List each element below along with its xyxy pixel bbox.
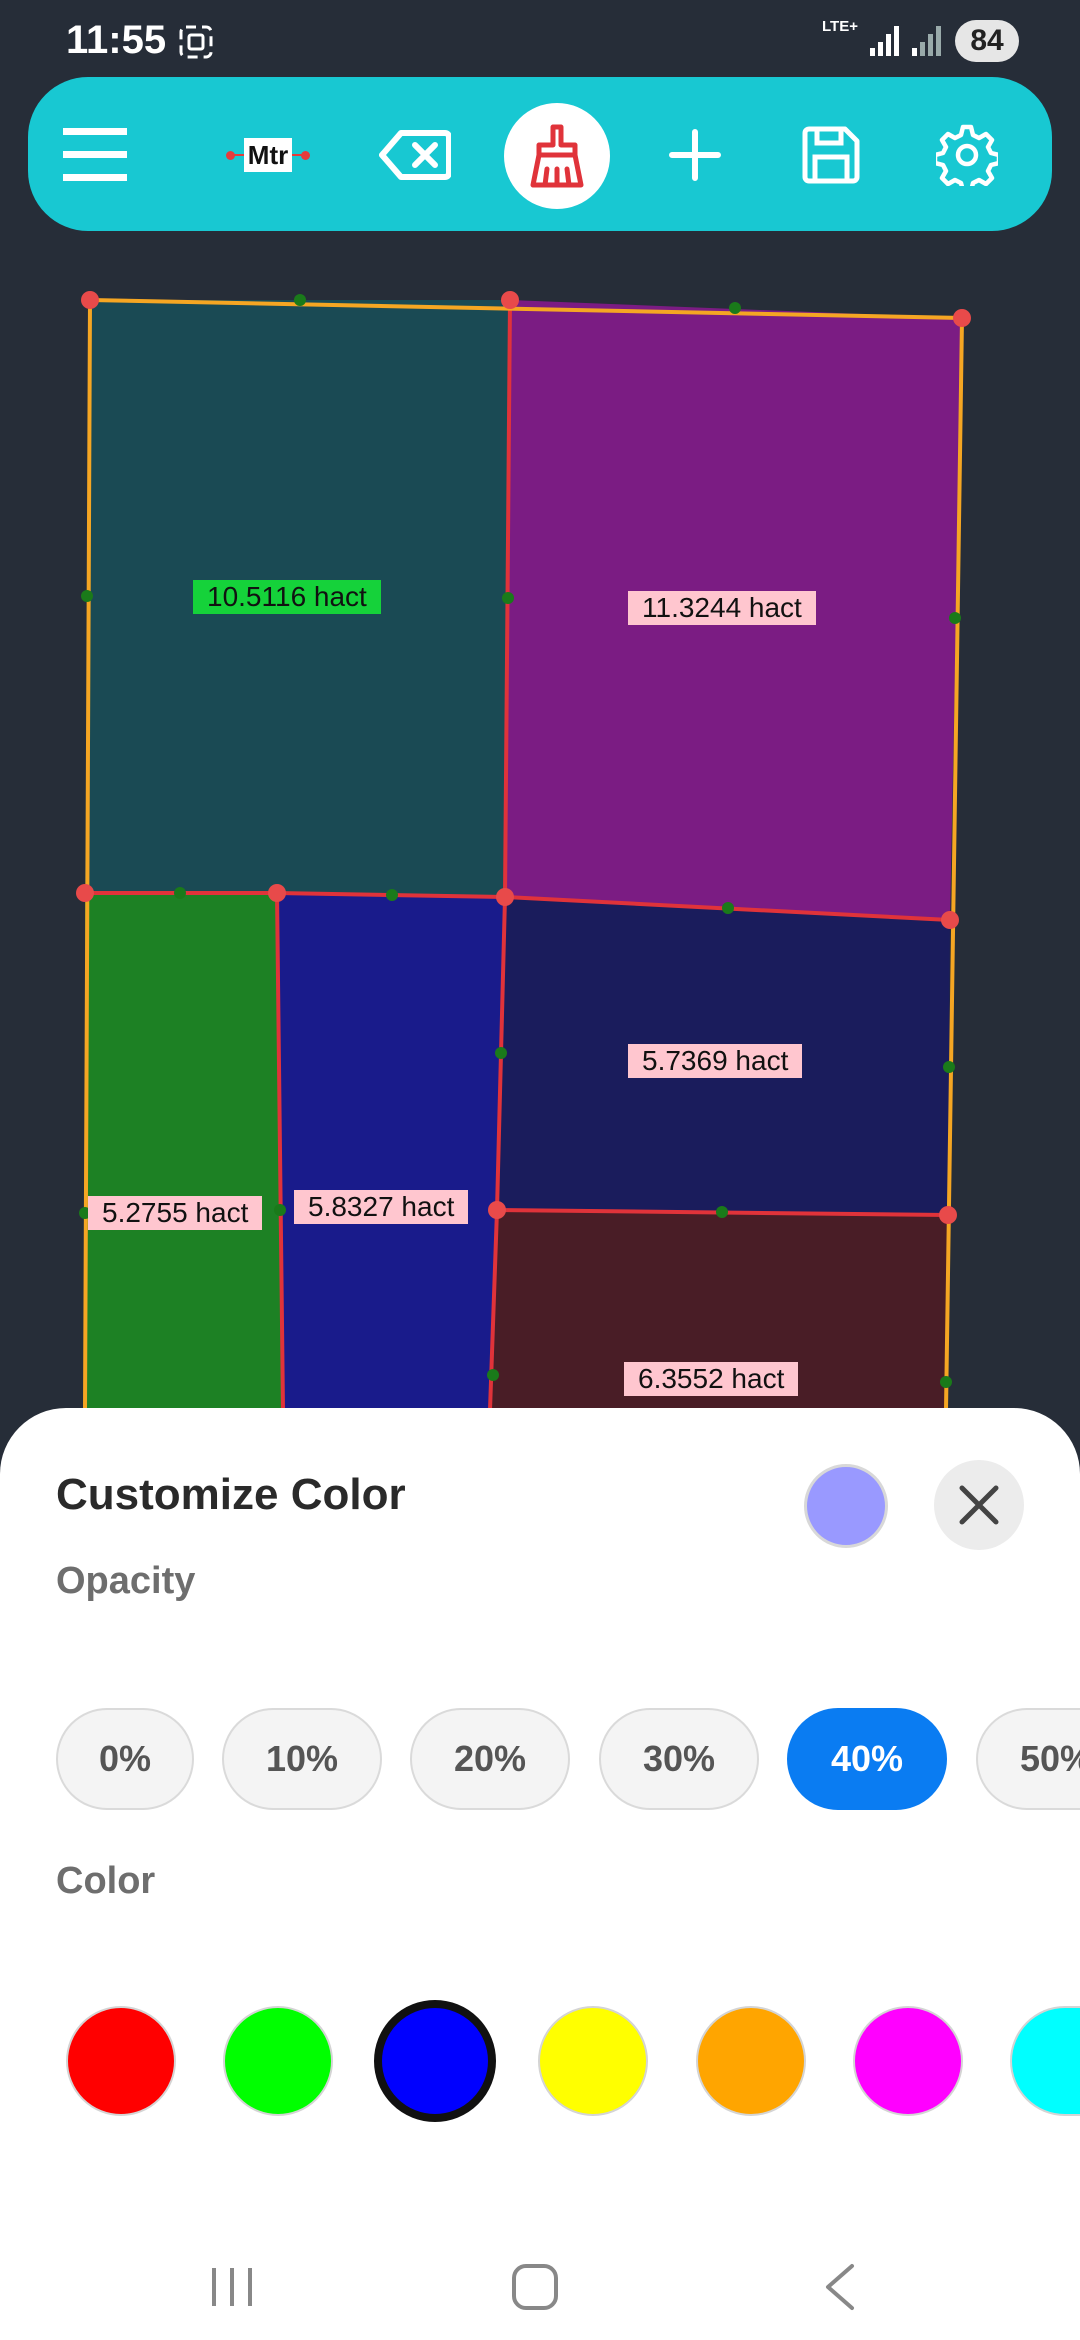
opacity-option-10[interactable]: 10%: [222, 1708, 382, 1810]
color-swatch-blue[interactable]: [374, 2000, 496, 2122]
parcel-bottom-mid[interactable]: [277, 893, 505, 1410]
opacity-option-20[interactable]: 20%: [410, 1708, 570, 1810]
home-icon[interactable]: [510, 2262, 560, 2312]
parcel-bottom-left[interactable]: [85, 893, 283, 1410]
close-button[interactable]: [934, 1460, 1024, 1550]
color-swatch-magenta[interactable]: [853, 2006, 963, 2116]
opacity-label: Opacity: [56, 1560, 196, 1602]
parcel-area-label: 5.8327 hact: [294, 1190, 469, 1224]
parcel-area-label: 6.3552 hact: [624, 1362, 799, 1396]
color-label: Color: [56, 1860, 156, 1902]
back-icon[interactable]: [820, 2262, 860, 2312]
opacity-option-0[interactable]: 0%: [56, 1708, 194, 1810]
opacity-option-40[interactable]: 40%: [787, 1708, 947, 1810]
color-swatch-green[interactable]: [223, 2006, 333, 2116]
color-swatch-yellow[interactable]: [538, 2006, 648, 2116]
opacity-option-50[interactable]: 50%: [976, 1708, 1080, 1810]
system-nav-bar: [0, 2232, 1080, 2340]
color-swatch-cyan[interactable]: [1010, 2006, 1080, 2116]
opacity-option-30[interactable]: 30%: [599, 1708, 759, 1810]
parcel-area-label: 10.5116 hact: [193, 580, 381, 614]
customize-color-sheet: Customize Color Opacity 0% 10% 20% 30% 4…: [0, 1408, 1080, 2340]
sheet-title: Customize Color: [56, 1470, 406, 1519]
color-swatch-red[interactable]: [66, 2006, 176, 2116]
color-preview: [804, 1464, 888, 1548]
parcel-area-label: 11.3244 hact: [628, 591, 816, 625]
close-icon: [959, 1485, 999, 1525]
parcel-area-label: 5.2755 hact: [88, 1196, 263, 1230]
color-swatch-orange[interactable]: [696, 2006, 806, 2116]
parcel-area-label: 5.7369 hact: [628, 1044, 803, 1078]
recent-apps-icon[interactable]: [208, 2264, 256, 2310]
